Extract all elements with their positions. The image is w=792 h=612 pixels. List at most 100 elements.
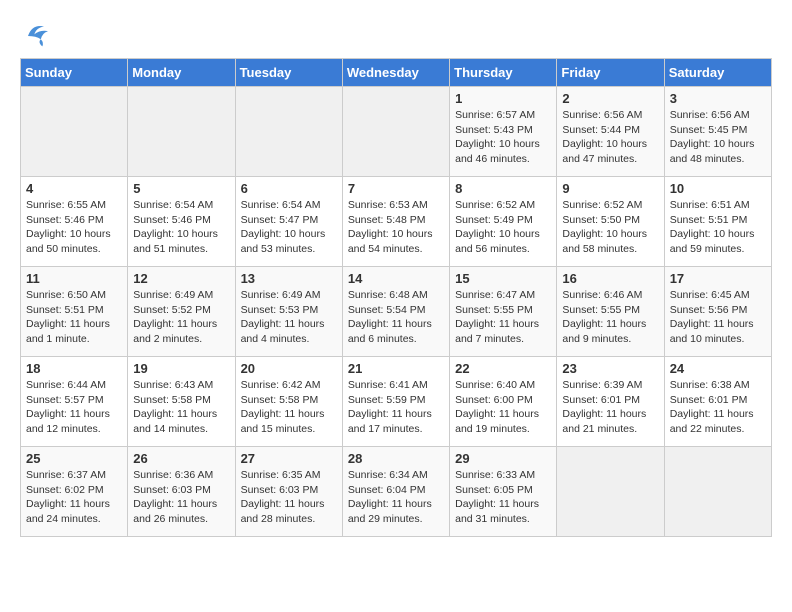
day-info: Sunrise: 6:33 AM Sunset: 6:05 PM Dayligh… xyxy=(455,468,551,527)
calendar-cell: 24 Sunrise: 6:38 AM Sunset: 6:01 PM Dayli… xyxy=(664,357,771,447)
calendar-cell: 28 Sunrise: 6:34 AM Sunset: 6:04 PM Dayli… xyxy=(342,447,449,537)
page-header xyxy=(20,20,772,48)
calendar-cell: 9 Sunrise: 6:52 AM Sunset: 5:50 PM Daylig… xyxy=(557,177,664,267)
day-number: 12 xyxy=(133,271,229,286)
calendar-cell: 29 Sunrise: 6:33 AM Sunset: 6:05 PM Dayli… xyxy=(450,447,557,537)
day-number: 28 xyxy=(348,451,444,466)
day-info: Sunrise: 6:39 AM Sunset: 6:01 PM Dayligh… xyxy=(562,378,658,437)
calendar-cell: 8 Sunrise: 6:52 AM Sunset: 5:49 PM Daylig… xyxy=(450,177,557,267)
calendar-cell: 12 Sunrise: 6:49 AM Sunset: 5:52 PM Dayli… xyxy=(128,267,235,357)
calendar-week-4: 18 Sunrise: 6:44 AM Sunset: 5:57 PM Dayli… xyxy=(21,357,772,447)
calendar-week-5: 25 Sunrise: 6:37 AM Sunset: 6:02 PM Dayli… xyxy=(21,447,772,537)
day-info: Sunrise: 6:43 AM Sunset: 5:58 PM Dayligh… xyxy=(133,378,229,437)
day-number: 9 xyxy=(562,181,658,196)
calendar-cell: 13 Sunrise: 6:49 AM Sunset: 5:53 PM Dayli… xyxy=(235,267,342,357)
calendar-cell: 19 Sunrise: 6:43 AM Sunset: 5:58 PM Dayli… xyxy=(128,357,235,447)
calendar-cell xyxy=(557,447,664,537)
calendar-cell: 25 Sunrise: 6:37 AM Sunset: 6:02 PM Dayli… xyxy=(21,447,128,537)
day-header-tuesday: Tuesday xyxy=(235,59,342,87)
calendar-cell: 21 Sunrise: 6:41 AM Sunset: 5:59 PM Dayli… xyxy=(342,357,449,447)
day-header-wednesday: Wednesday xyxy=(342,59,449,87)
day-info: Sunrise: 6:53 AM Sunset: 5:48 PM Dayligh… xyxy=(348,198,444,257)
calendar-cell: 16Sunrise: 6:46 AM Sunset: 5:55 PM Dayli… xyxy=(557,267,664,357)
day-info: Sunrise: 6:41 AM Sunset: 5:59 PM Dayligh… xyxy=(348,378,444,437)
day-info: Sunrise: 6:52 AM Sunset: 5:49 PM Dayligh… xyxy=(455,198,551,257)
day-info: Sunrise: 6:48 AM Sunset: 5:54 PM Dayligh… xyxy=(348,288,444,347)
day-number: 21 xyxy=(348,361,444,376)
day-number: 26 xyxy=(133,451,229,466)
day-number: 24 xyxy=(670,361,766,376)
calendar-cell: 23 Sunrise: 6:39 AM Sunset: 6:01 PM Dayli… xyxy=(557,357,664,447)
day-info: Sunrise: 6:54 AM Sunset: 5:47 PM Dayligh… xyxy=(241,198,337,257)
day-number: 7 xyxy=(348,181,444,196)
day-number: 8 xyxy=(455,181,551,196)
day-number: 15 xyxy=(455,271,551,286)
day-number: 10 xyxy=(670,181,766,196)
day-number: 23 xyxy=(562,361,658,376)
day-info: Sunrise: 6:47 AM Sunset: 5:55 PM Dayligh… xyxy=(455,288,551,347)
calendar-cell: 26 Sunrise: 6:36 AM Sunset: 6:03 PM Dayli… xyxy=(128,447,235,537)
calendar-cell: 17 Sunrise: 6:45 AM Sunset: 5:56 PM Dayli… xyxy=(664,267,771,357)
day-number: 17 xyxy=(670,271,766,286)
day-info: Sunrise: 6:36 AM Sunset: 6:03 PM Dayligh… xyxy=(133,468,229,527)
logo-icon xyxy=(20,20,52,48)
day-number: 14 xyxy=(348,271,444,286)
day-info: Sunrise: 6:45 AM Sunset: 5:56 PM Dayligh… xyxy=(670,288,766,347)
day-number: 22 xyxy=(455,361,551,376)
day-info: Sunrise: 6:49 AM Sunset: 5:53 PM Dayligh… xyxy=(241,288,337,347)
calendar-cell: 6 Sunrise: 6:54 AM Sunset: 5:47 PM Daylig… xyxy=(235,177,342,267)
day-header-monday: Monday xyxy=(128,59,235,87)
calendar-cell: 11 Sunrise: 6:50 AM Sunset: 5:51 PM Dayli… xyxy=(21,267,128,357)
day-info: Sunrise: 6:52 AM Sunset: 5:50 PM Dayligh… xyxy=(562,198,658,257)
day-number: 18 xyxy=(26,361,122,376)
day-info: Sunrise: 6:50 AM Sunset: 5:51 PM Dayligh… xyxy=(26,288,122,347)
calendar-table: SundayMondayTuesdayWednesdayThursdayFrid… xyxy=(20,58,772,537)
calendar-cell: 15 Sunrise: 6:47 AM Sunset: 5:55 PM Dayli… xyxy=(450,267,557,357)
day-info: Sunrise: 6:35 AM Sunset: 6:03 PM Dayligh… xyxy=(241,468,337,527)
calendar-cell: 27Sunrise: 6:35 AM Sunset: 6:03 PM Dayli… xyxy=(235,447,342,537)
day-header-saturday: Saturday xyxy=(664,59,771,87)
day-info: Sunrise: 6:57 AM Sunset: 5:43 PM Dayligh… xyxy=(455,108,551,167)
day-number: 25 xyxy=(26,451,122,466)
calendar-body: 1 Sunrise: 6:57 AM Sunset: 5:43 PM Daylig… xyxy=(21,87,772,537)
day-number: 16 xyxy=(562,271,658,286)
day-info: Sunrise: 6:56 AM Sunset: 5:45 PM Dayligh… xyxy=(670,108,766,167)
day-info: Sunrise: 6:56 AM Sunset: 5:44 PM Dayligh… xyxy=(562,108,658,167)
calendar-cell xyxy=(21,87,128,177)
day-info: Sunrise: 6:55 AM Sunset: 5:46 PM Dayligh… xyxy=(26,198,122,257)
calendar-cell xyxy=(342,87,449,177)
day-number: 29 xyxy=(455,451,551,466)
day-number: 3 xyxy=(670,91,766,106)
day-info: Sunrise: 6:44 AM Sunset: 5:57 PM Dayligh… xyxy=(26,378,122,437)
day-info: Sunrise: 6:34 AM Sunset: 6:04 PM Dayligh… xyxy=(348,468,444,527)
calendar-cell: 5Sunrise: 6:54 AM Sunset: 5:46 PM Daylig… xyxy=(128,177,235,267)
calendar-cell: 3 Sunrise: 6:56 AM Sunset: 5:45 PM Daylig… xyxy=(664,87,771,177)
day-info: Sunrise: 6:40 AM Sunset: 6:00 PM Dayligh… xyxy=(455,378,551,437)
day-number: 19 xyxy=(133,361,229,376)
calendar-cell xyxy=(235,87,342,177)
day-number: 11 xyxy=(26,271,122,286)
day-number: 4 xyxy=(26,181,122,196)
day-number: 2 xyxy=(562,91,658,106)
day-number: 6 xyxy=(241,181,337,196)
day-header-sunday: Sunday xyxy=(21,59,128,87)
calendar-header-row: SundayMondayTuesdayWednesdayThursdayFrid… xyxy=(21,59,772,87)
calendar-cell: 10 Sunrise: 6:51 AM Sunset: 5:51 PM Dayli… xyxy=(664,177,771,267)
calendar-cell: 2 Sunrise: 6:56 AM Sunset: 5:44 PM Daylig… xyxy=(557,87,664,177)
calendar-week-1: 1 Sunrise: 6:57 AM Sunset: 5:43 PM Daylig… xyxy=(21,87,772,177)
calendar-week-2: 4 Sunrise: 6:55 AM Sunset: 5:46 PM Daylig… xyxy=(21,177,772,267)
day-header-friday: Friday xyxy=(557,59,664,87)
day-info: Sunrise: 6:42 AM Sunset: 5:58 PM Dayligh… xyxy=(241,378,337,437)
day-info: Sunrise: 6:38 AM Sunset: 6:01 PM Dayligh… xyxy=(670,378,766,437)
day-number: 13 xyxy=(241,271,337,286)
day-info: Sunrise: 6:37 AM Sunset: 6:02 PM Dayligh… xyxy=(26,468,122,527)
calendar-cell: 14 Sunrise: 6:48 AM Sunset: 5:54 PM Dayli… xyxy=(342,267,449,357)
day-info: Sunrise: 6:49 AM Sunset: 5:52 PM Dayligh… xyxy=(133,288,229,347)
calendar-cell: 18 Sunrise: 6:44 AM Sunset: 5:57 PM Dayli… xyxy=(21,357,128,447)
day-number: 5 xyxy=(133,181,229,196)
calendar-cell: 7 Sunrise: 6:53 AM Sunset: 5:48 PM Daylig… xyxy=(342,177,449,267)
day-info: Sunrise: 6:51 AM Sunset: 5:51 PM Dayligh… xyxy=(670,198,766,257)
calendar-cell: 22 Sunrise: 6:40 AM Sunset: 6:00 PM Dayli… xyxy=(450,357,557,447)
day-number: 1 xyxy=(455,91,551,106)
day-header-thursday: Thursday xyxy=(450,59,557,87)
